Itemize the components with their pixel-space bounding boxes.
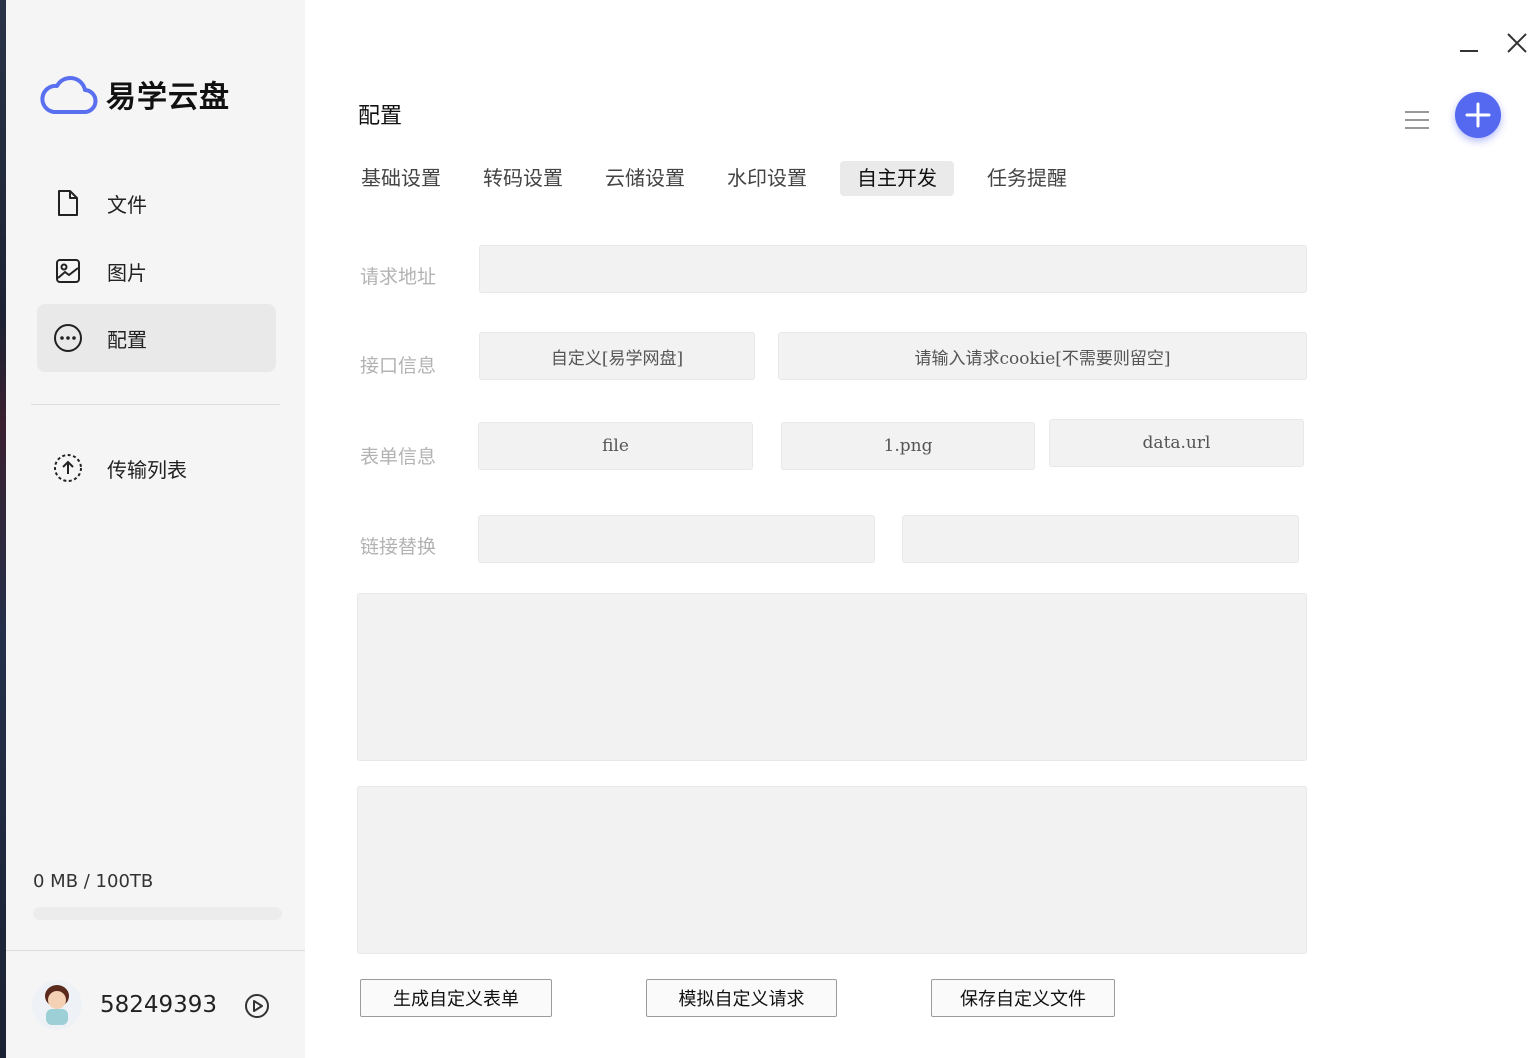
form-result-input[interactable]: data.url: [1049, 419, 1304, 467]
form-field-input[interactable]: file: [478, 422, 753, 470]
request-url-input[interactable]: [479, 245, 1307, 293]
sidebar-item-files[interactable]: 文件: [37, 169, 276, 237]
user-id: 58249393: [100, 992, 218, 1018]
app-logo: 易学云盘: [40, 72, 230, 116]
api-name-input[interactable]: 自定义[易学网盘]: [479, 332, 755, 380]
add-button[interactable]: [1455, 92, 1501, 138]
generate-form-button[interactable]: 生成自定义表单: [360, 979, 552, 1017]
tab-custom-dev[interactable]: 自主开发: [840, 161, 954, 196]
sidebar-item-label: 文件: [107, 192, 147, 217]
sidebar-divider: [31, 404, 280, 405]
tab-task-reminder[interactable]: 任务提醒: [978, 161, 1076, 196]
avatar[interactable]: [32, 980, 82, 1030]
sidebar-item-images[interactable]: 图片: [37, 237, 276, 305]
plus-icon: [1465, 102, 1491, 128]
form-info-label: 表单信息: [360, 446, 437, 468]
form-filename-input[interactable]: 1.png: [781, 422, 1035, 470]
page-title: 配置: [358, 104, 403, 129]
sidebar-item-settings[interactable]: 配置: [37, 304, 276, 372]
sidebar-bottom-divider: [6, 950, 305, 951]
response-output-textarea[interactable]: [357, 786, 1307, 954]
sidebar: 易学云盘 文件 图片 配置 传输列表 0 MB / 100TB 58249393: [6, 0, 305, 1058]
file-icon: [53, 188, 83, 218]
menu-icon[interactable]: [1403, 106, 1431, 134]
image-icon: [53, 256, 83, 286]
sidebar-item-transfers[interactable]: 传输列表: [37, 434, 276, 502]
save-custom-file-button[interactable]: 保存自定义文件: [931, 979, 1115, 1017]
link-replace-to-input[interactable]: [902, 515, 1299, 563]
storage-usage-text: 0 MB / 100TB: [33, 871, 154, 892]
tab-transcode[interactable]: 转码设置: [474, 161, 572, 196]
user-settings-icon[interactable]: [243, 992, 271, 1020]
cookie-input[interactable]: 请输入请求cookie[不需要则留空]: [778, 332, 1307, 380]
tab-storage[interactable]: 云储设置: [596, 161, 694, 196]
close-icon: [1507, 33, 1527, 53]
upload-circle-icon: [53, 453, 83, 483]
more-circle-icon: [53, 323, 83, 353]
app-name: 易学云盘: [106, 80, 230, 115]
settings-tabs: 基础设置 转码设置 云储设置 水印设置 自主开发 任务提醒: [352, 161, 1100, 196]
user-profile[interactable]: 58249393: [32, 980, 217, 1030]
request-url-label: 请求地址: [360, 266, 437, 288]
api-info-label: 接口信息: [360, 355, 437, 377]
link-replace-from-input[interactable]: [478, 515, 875, 563]
cloud-icon: [40, 75, 98, 114]
close-button[interactable]: [1502, 28, 1532, 58]
simulate-request-button[interactable]: 模拟自定义请求: [646, 979, 837, 1017]
tab-basic[interactable]: 基础设置: [352, 161, 450, 196]
minimize-icon: [1460, 50, 1478, 52]
link-replace-label: 链接替换: [360, 536, 437, 558]
minimize-button[interactable]: [1454, 32, 1484, 62]
sidebar-item-label: 图片: [107, 260, 147, 285]
request-editor-textarea[interactable]: [357, 593, 1307, 761]
tab-watermark[interactable]: 水印设置: [718, 161, 816, 196]
sidebar-item-label: 传输列表: [107, 457, 187, 482]
storage-progress-bar: [33, 907, 282, 920]
sidebar-item-label: 配置: [107, 327, 147, 352]
